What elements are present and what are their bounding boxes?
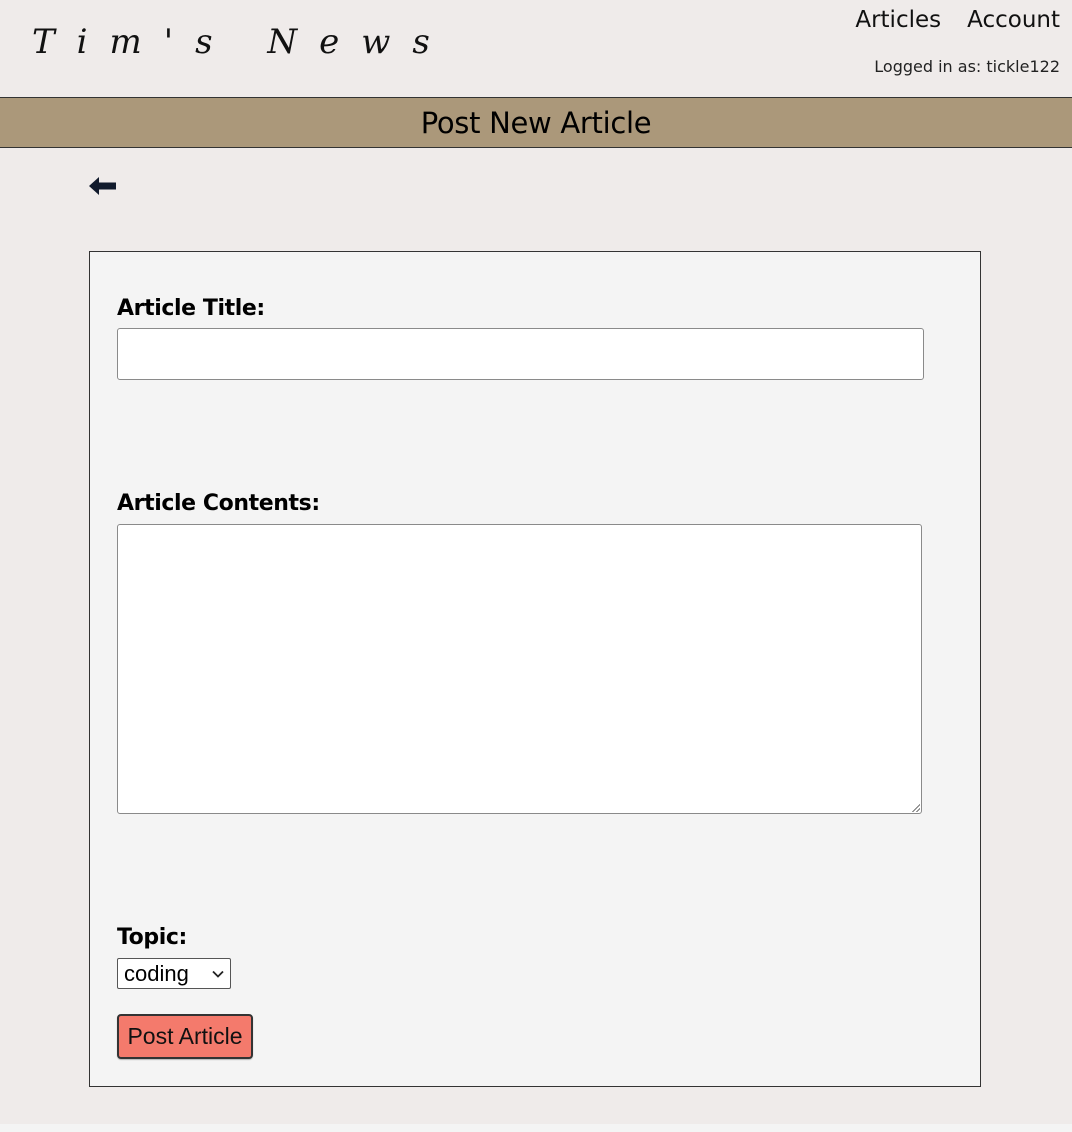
resize-grip-icon[interactable]: [912, 804, 920, 812]
post-article-button[interactable]: Post Article: [117, 1014, 253, 1059]
back-button[interactable]: [88, 174, 118, 198]
page: Tim's News Articles Account Logged in as…: [0, 0, 1072, 1124]
article-title-input[interactable]: [117, 328, 924, 380]
nav-articles-link[interactable]: Articles: [855, 7, 941, 33]
page-banner: Post New Article: [0, 97, 1072, 148]
article-contents-textarea[interactable]: [117, 524, 922, 814]
main-nav: Articles Account: [855, 7, 1060, 33]
topic-label: Topic:: [117, 925, 187, 950]
chevron-down-icon: [212, 970, 224, 978]
post-article-form: Article Title: Article Contents: Topic: …: [89, 251, 981, 1087]
article-title-label: Article Title:: [117, 296, 265, 321]
nav-account-link[interactable]: Account: [967, 7, 1060, 33]
site-logo[interactable]: Tim's News: [32, 22, 452, 62]
logged-in-status: Logged in as: tickle122: [874, 57, 1060, 76]
page-title: Post New Article: [420, 105, 652, 140]
site-header: Tim's News Articles Account Logged in as…: [0, 0, 1072, 97]
left-arrow-icon: [89, 177, 116, 195]
topic-selected-value: coding: [124, 960, 189, 986]
topic-select[interactable]: coding: [117, 958, 231, 989]
article-contents-label: Article Contents:: [117, 491, 320, 516]
article-contents-wrapper: [117, 524, 922, 814]
